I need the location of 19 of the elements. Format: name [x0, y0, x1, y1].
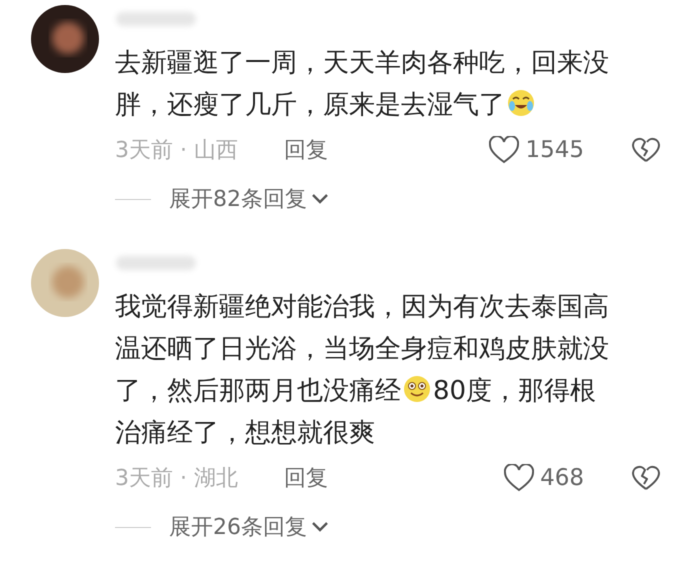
- crying-laughing-emoji-icon: [506, 88, 536, 118]
- avatar[interactable]: [30, 4, 100, 74]
- broken-heart-icon[interactable]: [632, 465, 660, 491]
- heart-icon[interactable]: [489, 136, 520, 164]
- smiling-emoji-icon: [402, 374, 432, 404]
- expand-replies-button[interactable]: 展开26条回复: [169, 512, 329, 542]
- expand-replies-button[interactable]: 展开82条回复: [169, 184, 329, 214]
- time-location: 3天前 · 山西: [115, 137, 238, 165]
- like-count: 1545: [525, 137, 584, 163]
- heart-icon[interactable]: [504, 464, 534, 492]
- reply-button[interactable]: 回复: [284, 463, 328, 493]
- time-location: 3天前 · 湖北: [115, 465, 238, 493]
- chevron-down-icon: [311, 193, 329, 205]
- comment-text: 我觉得新疆绝对能治我，因为有次去泰国高温还晒了日光浴，当场全身痘和鸡皮肤就没了，然后那两月也没痛经 80度，那得根治痛经了，想想就很爽: [115, 291, 610, 450]
- broken-heart-icon[interactable]: [632, 137, 660, 163]
- comment-text: 去新疆逛了一周，天天羊肉各种吃，回来没胖，还瘦了几斤，原来是去湿气了: [115, 47, 610, 122]
- reply-button[interactable]: 回复: [284, 135, 328, 165]
- chevron-down-icon: [311, 521, 329, 533]
- like-count: 468: [540, 465, 584, 491]
